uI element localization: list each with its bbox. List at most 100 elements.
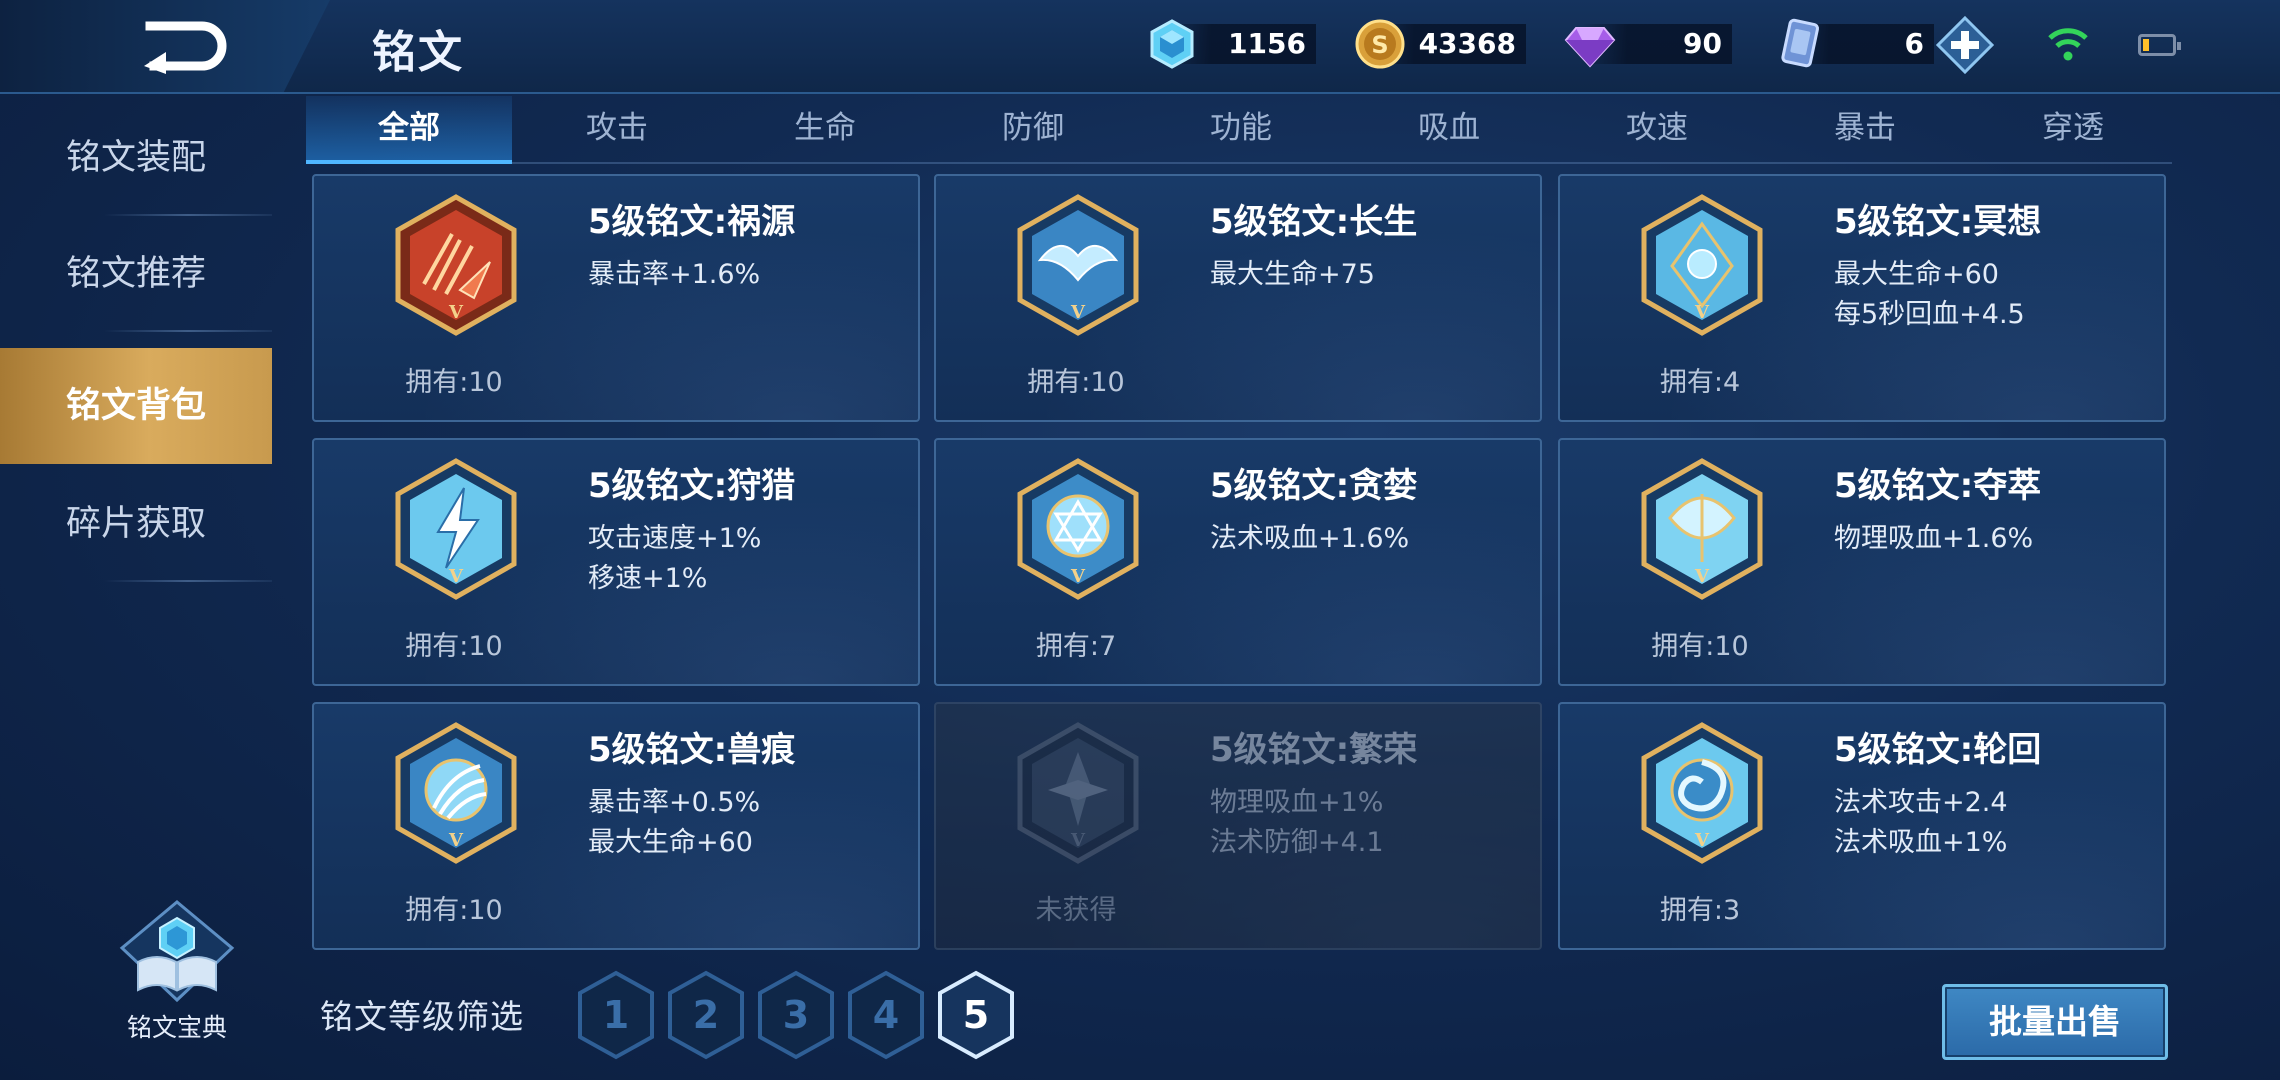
svg-text:S: S <box>1371 31 1388 59</box>
tab-attack-speed[interactable]: 攻速 <box>1554 96 1760 160</box>
inscription-name: 5级铭文:繁荣 <box>1210 730 1418 770</box>
inscription-codex-button[interactable]: 铭文宝典 <box>112 900 242 1050</box>
sidebar-item-recommend[interactable]: 铭文推荐 <box>0 216 272 332</box>
sidebar-item-label: 碎片获取 <box>65 504 206 544</box>
back-arrow-icon <box>144 21 227 74</box>
level-filter-3[interactable]: 3 <box>756 970 836 1060</box>
inscription-name: 5级铭文:祸源 <box>588 202 796 242</box>
svg-text:V: V <box>1694 566 1710 587</box>
level-filter-label: 铭文等级筛选 <box>320 997 524 1036</box>
owned-count: 拥有:3 <box>1659 895 1741 926</box>
owned-count: 拥有:10 <box>405 631 503 662</box>
ticket-card-icon <box>1781 18 1820 68</box>
level-filter-5[interactable]: 5 <box>936 970 1016 1060</box>
level-number: 5 <box>962 993 990 1037</box>
ticket-counter: 6 <box>1774 18 1934 70</box>
inscription-stat: 最大生命+75 <box>1210 259 1375 290</box>
inscription-blue-gem-icon: V <box>1017 194 1139 336</box>
codex-label: 铭文宝典 <box>126 1013 227 1042</box>
inscription-name: 5级铭文:兽痕 <box>588 730 796 770</box>
inscription-card-shoulie[interactable]: V 5级铭文:狩猎 攻击速度+1% 移速+1% 拥有:10 <box>312 438 920 686</box>
inscription-name: 5级铭文:轮回 <box>1834 730 2042 770</box>
inscription-stat: 最大生命+60 <box>1834 259 1999 290</box>
sidebar-item-label: 铭文推荐 <box>65 254 206 294</box>
owned-count: 拥有:10 <box>405 367 503 398</box>
inscription-blue-gem-icon: V <box>1641 194 1763 336</box>
inscription-blue-gem-icon: V <box>395 458 517 600</box>
inscription-blue-gem-icon: V <box>395 722 517 864</box>
inscription-stat: 法术防御+4.1 <box>1210 827 1384 858</box>
inscription-stat: 移速+1% <box>588 563 708 594</box>
battery-icon <box>2138 34 2181 56</box>
sidebar-item-backpack[interactable]: 铭文背包 <box>0 348 272 464</box>
svg-text:V: V <box>1070 830 1086 851</box>
owned-count: 拥有:4 <box>1659 367 1741 398</box>
inscription-name: 5级铭文:冥想 <box>1834 202 2042 242</box>
owned-count: 拥有:7 <box>1035 631 1117 662</box>
inscription-card-tanlan[interactable]: V 5级铭文:贪婪 法术吸血+1.6% 拥有:7 <box>934 438 1542 686</box>
svg-text:V: V <box>1694 302 1710 323</box>
level-number: 2 <box>692 993 720 1037</box>
batch-sell-button[interactable]: 批量出售 <box>1942 984 2168 1060</box>
inscription-stat: 暴击率+1.6% <box>588 259 761 290</box>
plus-icon <box>1935 15 1995 75</box>
inscription-card-fanrong[interactable]: V 5级铭文:繁荣 物理吸血+1% 法术防御+4.1 未获得 <box>934 702 1542 950</box>
level-filter-1[interactable]: 1 <box>576 970 656 1060</box>
inscription-gray-gem-icon: V <box>1017 722 1139 864</box>
tab-health[interactable]: 生命 <box>722 96 928 160</box>
inscription-blue-gem-icon: V <box>1017 458 1139 600</box>
level-number: 1 <box>602 993 630 1037</box>
codex-book-icon <box>119 900 235 1003</box>
gold-coin-icon: S <box>1355 19 1405 69</box>
inscription-stat: 最大生命+60 <box>588 827 753 858</box>
inscription-card-mingxiang[interactable]: V 5级铭文:冥想 最大生命+60 每5秒回血+4.5 拥有:4 <box>1558 174 2166 422</box>
svg-text:V: V <box>448 830 464 851</box>
inscription-stat: 物理吸血+1.6% <box>1834 523 2034 554</box>
top-bar: 铭文 1156 S 43368 90 6 <box>0 0 2280 94</box>
category-tabs: 全部 攻击 生命 防御 功能 吸血 攻速 暴击 穿透 <box>306 96 2172 164</box>
level-filter-4[interactable]: 4 <box>846 970 926 1060</box>
inscription-blue-gem-icon: V <box>1641 458 1763 600</box>
inscription-stat: 攻击速度+1% <box>588 523 762 554</box>
inscription-stat: 法术吸血+1.6% <box>1210 523 1410 554</box>
tab-critical[interactable]: 暴击 <box>1762 96 1968 160</box>
inscription-card-shouhen[interactable]: V 5级铭文:兽痕 暴击率+0.5% 最大生命+60 拥有:10 <box>312 702 920 950</box>
tab-utility[interactable]: 功能 <box>1138 96 1344 160</box>
inscription-name: 5级铭文:狩猎 <box>588 466 796 506</box>
gold-coin-counter: S 43368 <box>1354 18 1526 70</box>
crystal-counter: 1156 <box>1146 18 1316 70</box>
page-title: 铭文 <box>372 27 464 78</box>
inscription-card-duocui[interactable]: V 5级铭文:夺萃 物理吸血+1.6% 拥有:10 <box>1558 438 2166 686</box>
inscription-blue-gem-icon: V <box>1641 722 1763 864</box>
tab-penetration[interactable]: 穿透 <box>1970 96 2176 160</box>
inscription-stat: 法术吸血+1% <box>1834 827 2008 858</box>
inscription-name: 5级铭文:贪婪 <box>1210 466 1418 506</box>
tab-attack[interactable]: 攻击 <box>514 96 720 160</box>
inscription-stat: 物理吸血+1% <box>1210 787 1384 818</box>
tab-lifesteal[interactable]: 吸血 <box>1346 96 1552 160</box>
owned-count: 拥有:10 <box>405 895 503 926</box>
svg-text:V: V <box>1070 302 1086 323</box>
diamond-counter: 90 <box>1564 18 1732 70</box>
add-ticket-button[interactable] <box>1935 15 1995 75</box>
divider <box>104 580 272 582</box>
level-filter-2[interactable]: 2 <box>666 970 746 1060</box>
inscription-stat: 暴击率+0.5% <box>588 787 761 818</box>
sidebar-item-label: 铭文装配 <box>65 138 206 178</box>
sidebar-item-fragments[interactable]: 碎片获取 <box>0 466 272 582</box>
level-number: 4 <box>872 993 900 1037</box>
tab-all[interactable]: 全部 <box>306 96 512 164</box>
tab-defense[interactable]: 防御 <box>930 96 1136 160</box>
sidebar-item-equip[interactable]: 铭文装配 <box>0 100 272 216</box>
inscription-name: 5级铭文:长生 <box>1210 202 1418 242</box>
svg-text:V: V <box>1694 830 1710 851</box>
inscription-card-huoyuan[interactable]: V 5级铭文:祸源 暴击率+1.6% 拥有:10 <box>312 174 920 422</box>
purple-diamond-icon <box>1564 27 1616 68</box>
svg-text:V: V <box>1070 566 1086 587</box>
inscription-red-gem-icon: V <box>395 194 517 336</box>
svg-text:V: V <box>448 302 464 323</box>
inscription-card-changsheng[interactable]: V 5级铭文:长生 最大生命+75 拥有:10 <box>934 174 1542 422</box>
inscription-card-lunhui[interactable]: V 5级铭文:轮回 法术攻击+2.4 法术吸血+1% 拥有:3 <box>1558 702 2166 950</box>
back-button[interactable] <box>140 18 230 74</box>
level-number: 3 <box>782 993 810 1037</box>
